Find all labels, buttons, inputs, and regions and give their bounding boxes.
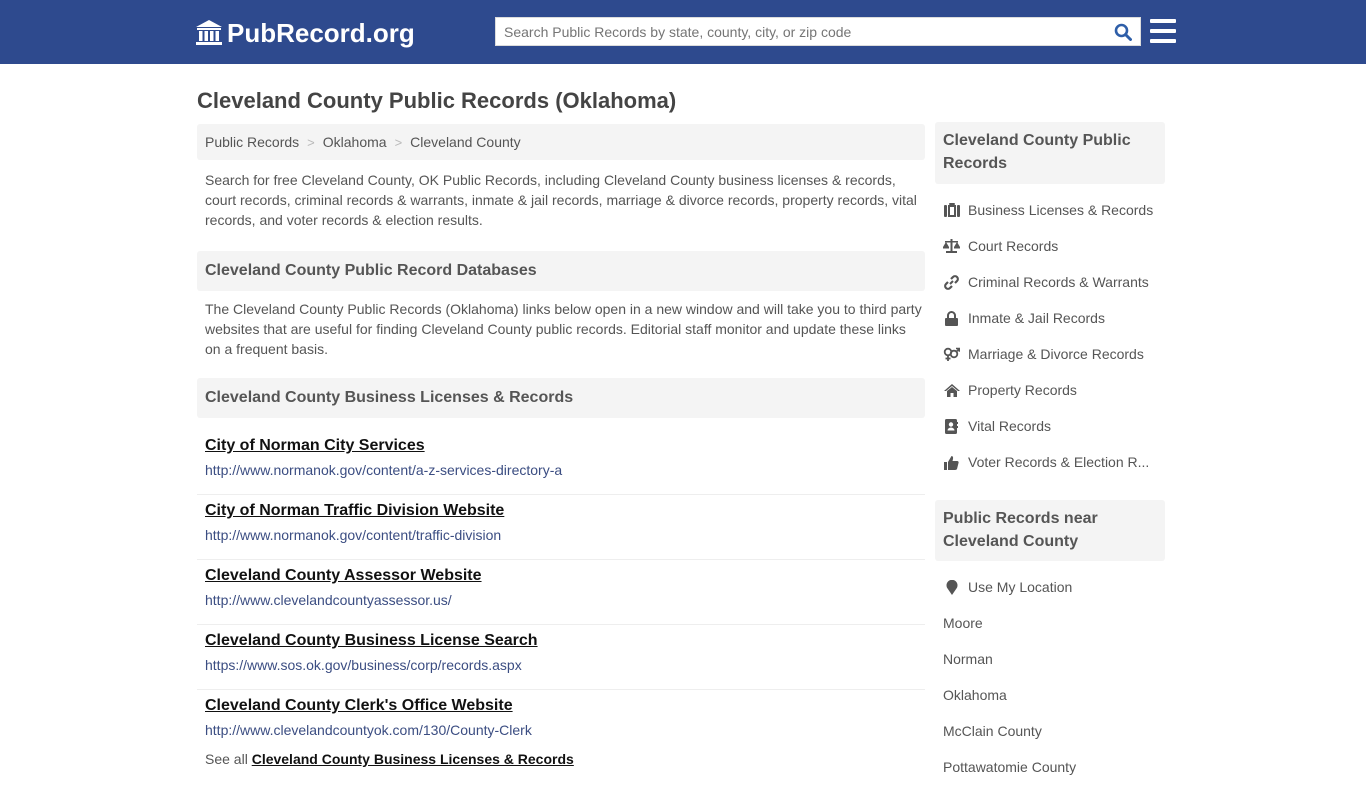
link-title[interactable]: Cleveland County Clerk's Office Website [205,696,925,716]
link-list: City of Norman City Services http://www.… [197,430,925,755]
courthouse-icon [196,20,222,45]
link-url[interactable]: http://www.normanok.gov/content/traffic-… [205,526,925,544]
nearby-item-moore[interactable]: Moore [935,605,1165,641]
link-icon [943,274,960,290]
sidebar-records-heading: Cleveland County Public Records [935,122,1165,184]
list-item: City of Norman City Services http://www.… [197,430,925,495]
hamburger-menu-button[interactable] [1150,19,1176,43]
sidebar-item-business-licenses[interactable]: Business Licenses & Records [935,192,1165,228]
site-logo[interactable]: PubRecord.org [195,17,415,49]
business-licenses-heading: Cleveland County Business Licenses & Rec… [197,378,925,418]
sidebar-item-marriage-records[interactable]: Marriage & Divorce Records [935,336,1165,372]
sidebar-records-list: Business Licenses & Records Court Record… [935,192,1165,480]
logo-text: PubRecord.org [227,17,415,48]
sidebar-item-label: Business Licenses & Records [968,202,1154,218]
use-my-location-button[interactable]: Use My Location [935,569,1165,605]
menu-bar [1150,39,1176,43]
see-all-link[interactable]: Cleveland County Business Licenses & Rec… [252,751,574,767]
menu-bar [1150,19,1176,23]
see-all-prefix: See all [205,751,248,767]
sidebar-item-criminal-records[interactable]: Criminal Records & Warrants [935,264,1165,300]
list-item: Cleveland County Business License Search… [197,625,925,690]
address-book-icon [943,418,960,434]
sidebar-item-label: Vital Records [968,418,1052,434]
see-all-row: See all Cleveland County Business Licens… [205,751,574,767]
intro-text: Search for free Cleveland County, OK Pub… [205,172,917,228]
sidebar-item-inmate-records[interactable]: Inmate & Jail Records [935,300,1165,336]
sidebar-item-label: Marriage & Divorce Records [968,346,1144,362]
link-url[interactable]: https://www.sos.ok.gov/business/corp/rec… [205,656,925,674]
sidebar-item-label: Court Records [968,238,1059,254]
sidebar-nearby-heading: Public Records near Cleveland County [935,500,1165,561]
link-title[interactable]: City of Norman Traffic Division Website [205,501,925,521]
sidebar-item-label: Property Records [968,382,1077,398]
sidebar-nearby-list: Use My Location Moore Norman Oklahoma Mc… [935,569,1165,785]
breadcrumb-cleveland-county[interactable]: Cleveland County [410,134,521,150]
lock-icon [943,310,960,326]
databases-description: The Cleveland County Public Records (Okl… [205,301,922,357]
sidebar-item-voter-records[interactable]: Voter Records & Election R... [935,444,1165,480]
sidebar-item-vital-records[interactable]: Vital Records [935,408,1165,444]
sidebar-item-property-records[interactable]: Property Records [935,372,1165,408]
breadcrumb-separator: > [394,134,403,150]
link-url[interactable]: http://www.clevelandcountyok.com/130/Cou… [205,721,925,739]
sidebar-item-label: Inmate & Jail Records [968,310,1105,326]
nearby-item-mcclain-county[interactable]: McClain County [935,713,1165,749]
briefcase-icon [943,202,960,218]
search-bar [495,17,1141,46]
top-navbar: PubRecord.org [0,0,1366,64]
list-item: Cleveland County Assessor Website http:/… [197,560,925,625]
breadcrumb: Public Records > Oklahoma > Cleveland Co… [197,124,925,160]
search-button[interactable] [1106,18,1140,45]
breadcrumb-oklahoma[interactable]: Oklahoma [323,134,387,150]
nearby-item-oklahoma[interactable]: Oklahoma [935,677,1165,713]
link-url[interactable]: http://www.normanok.gov/content/a-z-serv… [205,461,925,479]
sidebar-item-label: Voter Records & Election R... [968,454,1150,470]
breadcrumb-public-records[interactable]: Public Records [205,134,299,150]
use-my-location-label: Use My Location [968,579,1073,595]
list-item: Cleveland County Clerk's Office Website … [197,690,925,755]
link-title[interactable]: Cleveland County Business License Search [205,631,925,651]
thumbs-up-icon [943,454,960,470]
venus-mars-icon [943,346,960,362]
breadcrumb-separator: > [307,134,315,150]
nearby-item-pottawatomie-county[interactable]: Pottawatomie County [935,749,1165,785]
balance-scale-icon [943,238,960,254]
menu-bar [1150,29,1176,33]
home-icon [943,382,960,398]
nearby-item-norman[interactable]: Norman [935,641,1165,677]
map-marker-icon [943,579,960,595]
sidebar-item-label: Criminal Records & Warrants [968,274,1149,290]
databases-heading: Cleveland County Public Record Databases [197,251,925,291]
link-title[interactable]: Cleveland County Assessor Website [205,566,925,586]
link-title[interactable]: City of Norman City Services [205,436,925,456]
search-icon [1114,23,1132,41]
search-input[interactable] [496,18,1106,45]
list-item: City of Norman Traffic Division Website … [197,495,925,560]
page-title: Cleveland County Public Records (Oklahom… [197,88,677,113]
sidebar-item-court-records[interactable]: Court Records [935,228,1165,264]
link-url[interactable]: http://www.clevelandcountyassessor.us/ [205,591,925,609]
